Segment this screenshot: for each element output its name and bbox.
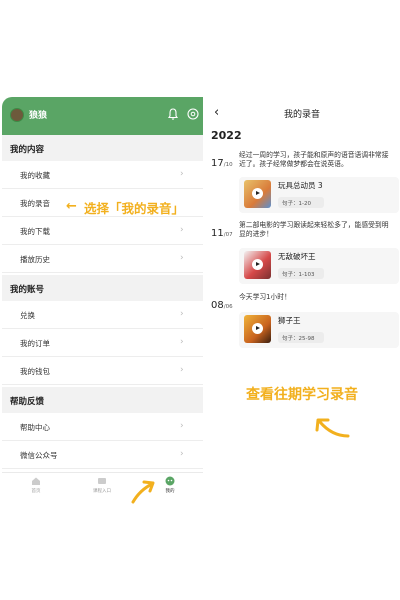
chevron-right-icon: ›: [180, 169, 184, 179]
menu-item-label: 我的钱包: [20, 367, 50, 376]
menu-item-wechat[interactable]: 微信公众号 ›: [2, 441, 203, 469]
entry-day: 08: [211, 300, 224, 311]
menu-item-label: 播放历史: [20, 255, 50, 264]
recording-card[interactable]: 无敌破坏王 句子：1-103: [239, 248, 399, 284]
section-help-feedback: 帮助反馈: [2, 387, 203, 413]
movie-thumbnail: [244, 180, 271, 208]
sentence-range: 句子：1-103: [278, 268, 324, 279]
menu-item-label: 帮助中心: [20, 423, 50, 432]
profile-screen: 狼狼 我的内容 我的收藏 › 我的录音 我的下载 › 播放历史 › 我的账号 兑…: [2, 97, 203, 500]
chevron-right-icon: ›: [180, 421, 184, 431]
menu-item-orders[interactable]: 我的订单 ›: [2, 329, 203, 357]
sentence-range: 句子：25-98: [278, 332, 324, 343]
bell-icon[interactable]: [166, 107, 180, 121]
movie-thumbnail: [244, 315, 271, 343]
course-icon: [98, 478, 106, 484]
entry-month: /10: [223, 162, 233, 168]
tab-label: 首页: [31, 489, 41, 494]
play-icon[interactable]: [252, 323, 263, 334]
recording-title: 无敌破坏王: [278, 252, 316, 261]
menu-item-label: 我的订单: [20, 339, 50, 348]
entry-text: 第二部电影的学习跟读起来轻松多了，能感受到明显的进步！: [239, 221, 389, 238]
menu-item-label: 兑换: [20, 311, 35, 320]
recording-card[interactable]: 狮子王 句子：25-98: [239, 312, 399, 348]
chevron-right-icon: ›: [180, 309, 184, 319]
menu-item-downloads[interactable]: 我的下载 ›: [2, 217, 203, 245]
tab-course[interactable]: 课程入口: [82, 476, 122, 494]
recording-title: 玩具总动员 3: [278, 181, 323, 190]
play-icon[interactable]: [252, 188, 263, 199]
me-icon: [165, 476, 175, 486]
menu-item-label: 我的下载: [20, 227, 50, 236]
section-my-account: 我的账号: [2, 275, 203, 301]
avatar[interactable]: [10, 108, 24, 122]
settings-icon[interactable]: [186, 107, 200, 121]
chevron-right-icon: ›: [180, 449, 184, 459]
tab-label: 课程入口: [93, 489, 111, 494]
entry-date: 11/07: [211, 221, 233, 240]
entry-month: /07: [223, 232, 233, 238]
recording-title: 狮子王: [278, 316, 301, 325]
movie-thumbnail: [244, 251, 271, 279]
entry-day: 17: [211, 158, 224, 169]
chevron-right-icon: ›: [180, 253, 184, 263]
arrow-left-icon: ←: [66, 199, 77, 214]
menu-item-history[interactable]: 播放历史 ›: [2, 245, 203, 273]
chevron-right-icon: ›: [180, 337, 184, 347]
section-my-content: 我的内容: [2, 135, 203, 161]
recording-card[interactable]: 玩具总动员 3 句子：1-20: [239, 177, 399, 213]
arrow-curved-icon: [315, 418, 350, 438]
annotation-select-recordings: 选择「我的录音」: [84, 201, 185, 216]
menu-item-label: 我的录音: [20, 199, 50, 208]
entry-day: 11: [211, 228, 224, 239]
menu-item-favorites[interactable]: 我的收藏 ›: [2, 161, 203, 189]
arrow-curved-icon: [131, 480, 155, 504]
tab-home[interactable]: 首页: [16, 476, 56, 494]
chevron-right-icon: ›: [180, 365, 184, 375]
play-icon[interactable]: [252, 259, 263, 270]
entry-date: 17/10: [211, 151, 233, 170]
entry-text: 今天学习1小时！: [239, 293, 291, 301]
entry-month: /06: [223, 304, 233, 310]
menu-item-wallet[interactable]: 我的钱包 ›: [2, 357, 203, 385]
menu-item-redeem[interactable]: 兑换 ›: [2, 301, 203, 329]
entry-text: 经过一周的学习，孩子能和原声的语音语调非常接近了。孩子经常做梦都会在说英语。: [239, 151, 389, 168]
user-name: 狼狼: [29, 111, 48, 121]
home-icon: [32, 477, 40, 485]
chevron-right-icon: ›: [180, 225, 184, 235]
menu-item-help-center[interactable]: 帮助中心 ›: [2, 413, 203, 441]
bottom-tab-bar: 首页 课程入口 我的: [2, 472, 203, 500]
profile-header: 狼狼: [2, 97, 203, 135]
sentence-range: 句子：1-20: [278, 197, 324, 208]
recordings-screen: ‹ 我的录音 2022 17/10 经过一周的学习，孩子能和原声的语音语调非常接…: [204, 97, 400, 351]
year-heading: 2022: [211, 129, 242, 142]
entry-date: 08/06: [211, 293, 233, 312]
annotation-view-past-recordings: 查看往期学习录音: [246, 387, 358, 403]
menu-item-label: 微信公众号: [20, 451, 58, 460]
menu-item-label: 我的收藏: [20, 171, 50, 180]
page-title: 我的录音: [283, 110, 320, 120]
